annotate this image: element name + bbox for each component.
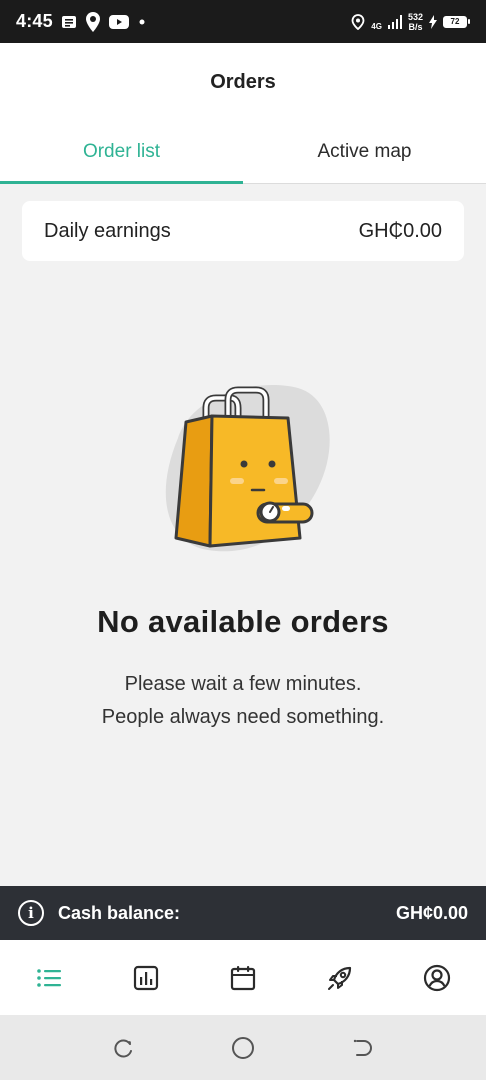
empty-bag-illustration xyxy=(165,385,330,552)
rocket-icon xyxy=(328,966,352,990)
app-header: Orders xyxy=(0,43,486,121)
charging-icon xyxy=(429,14,437,29)
list-icon xyxy=(36,968,61,987)
status-bar: 4:45 4G 532 B/s 72 xyxy=(0,0,486,43)
net-speed: 532 B/s xyxy=(407,11,423,32)
nav-orders[interactable] xyxy=(0,940,97,1015)
empty-state-line-1: Please wait a few minutes. xyxy=(124,673,362,695)
home-icon xyxy=(232,1036,254,1059)
cash-balance-bar[interactable]: i Cash balance: GH¢0.00 xyxy=(0,886,486,940)
tab-order-list[interactable]: Order list xyxy=(0,121,243,184)
page-title: Orders xyxy=(210,70,276,93)
empty-state-line-2: People always need something. xyxy=(101,706,385,728)
daily-earnings-value: GH₵0.00 xyxy=(358,219,442,242)
nav-schedule[interactable] xyxy=(194,940,291,1015)
nav-profile[interactable] xyxy=(389,940,486,1015)
status-time: 4:45 xyxy=(16,11,53,31)
signal-icon xyxy=(387,14,402,29)
message-icon xyxy=(61,15,76,28)
recent-apps-icon xyxy=(114,1039,132,1057)
location-pin-icon xyxy=(85,11,100,32)
status-right: 4G 532 B/s 72 xyxy=(351,12,470,32)
bottom-nav xyxy=(0,940,486,1015)
notification-icons xyxy=(61,11,147,33)
info-icon[interactable]: i xyxy=(18,900,44,926)
daily-earnings-label: Daily earnings xyxy=(44,219,171,242)
nav-boost[interactable] xyxy=(292,940,389,1015)
system-nav-bar xyxy=(0,1015,486,1080)
home-button[interactable] xyxy=(225,1030,261,1066)
back-icon xyxy=(353,1039,372,1056)
bar-chart-icon xyxy=(133,965,158,990)
recent-apps-button[interactable] xyxy=(105,1030,141,1066)
dot-icon xyxy=(139,19,145,24)
cash-balance-value: GH¢0.00 xyxy=(395,902,468,923)
battery-icon: 72 xyxy=(443,15,470,28)
tab-bar: Order list Active map xyxy=(0,121,486,184)
daily-earnings-card[interactable]: Daily earnings GH₵0.00 xyxy=(22,201,464,261)
profile-icon xyxy=(424,964,451,991)
back-button[interactable] xyxy=(345,1030,381,1066)
calendar-icon xyxy=(230,965,256,990)
tab-active-map[interactable]: Active map xyxy=(243,121,486,183)
cash-balance-label: Cash balance: xyxy=(58,902,181,923)
location-icon xyxy=(351,13,365,30)
nav-statistics[interactable] xyxy=(97,940,194,1015)
empty-state-title: No available orders xyxy=(97,604,389,639)
empty-state-message: Please wait a few minutes. People always… xyxy=(0,668,486,734)
youtube-icon xyxy=(108,14,129,29)
network-type: 4G xyxy=(371,21,382,31)
